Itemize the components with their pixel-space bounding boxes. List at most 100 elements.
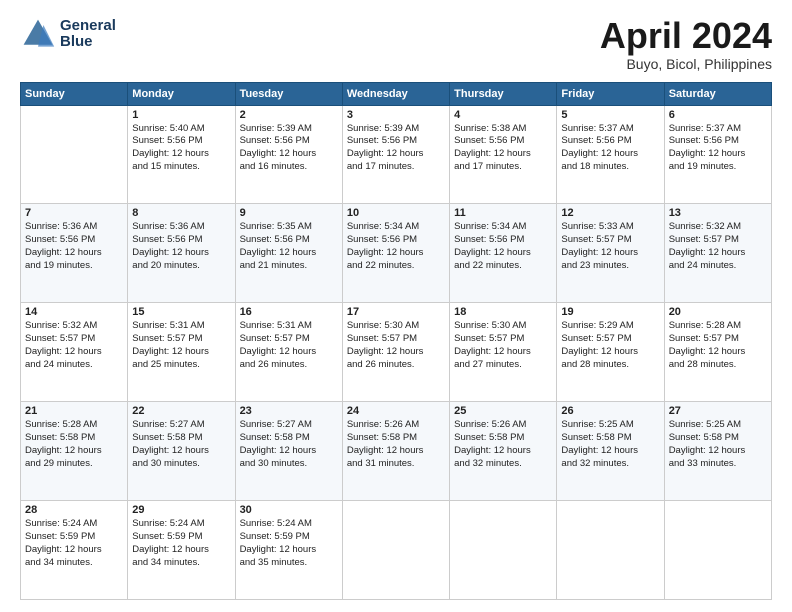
cell-info: Daylight: 12 hours bbox=[561, 346, 659, 359]
calendar-cell bbox=[342, 501, 449, 600]
cell-info: and 18 minutes. bbox=[561, 161, 659, 174]
cell-info: Sunrise: 5:25 AM bbox=[669, 419, 767, 432]
weekday-header: Friday bbox=[557, 82, 664, 105]
cell-info: and 19 minutes. bbox=[669, 161, 767, 174]
cell-info: Sunrise: 5:24 AM bbox=[25, 518, 123, 531]
cell-info: Daylight: 12 hours bbox=[240, 445, 338, 458]
cell-info: Daylight: 12 hours bbox=[25, 445, 123, 458]
cell-info: Sunrise: 5:31 AM bbox=[240, 320, 338, 333]
day-number: 30 bbox=[240, 504, 338, 516]
cell-info: Sunrise: 5:31 AM bbox=[132, 320, 230, 333]
day-number: 22 bbox=[132, 405, 230, 417]
calendar-cell: 14Sunrise: 5:32 AMSunset: 5:57 PMDayligh… bbox=[21, 303, 128, 402]
calendar-table: SundayMondayTuesdayWednesdayThursdayFrid… bbox=[20, 82, 772, 600]
cell-info: Sunset: 5:56 PM bbox=[132, 234, 230, 247]
calendar-cell: 25Sunrise: 5:26 AMSunset: 5:58 PMDayligh… bbox=[450, 402, 557, 501]
cell-info: Sunrise: 5:33 AM bbox=[561, 221, 659, 234]
cell-info: Daylight: 12 hours bbox=[132, 445, 230, 458]
cell-info: Daylight: 12 hours bbox=[240, 148, 338, 161]
cell-info: Sunset: 5:56 PM bbox=[454, 135, 552, 148]
day-number: 6 bbox=[669, 109, 767, 121]
cell-info: and 17 minutes. bbox=[347, 161, 445, 174]
cell-info: Sunset: 5:58 PM bbox=[669, 432, 767, 445]
cell-info: Daylight: 12 hours bbox=[454, 148, 552, 161]
weekday-header: Wednesday bbox=[342, 82, 449, 105]
cell-info: Daylight: 12 hours bbox=[454, 346, 552, 359]
cell-info: Daylight: 12 hours bbox=[240, 544, 338, 557]
cell-info: Sunset: 5:57 PM bbox=[669, 234, 767, 247]
calendar-cell: 30Sunrise: 5:24 AMSunset: 5:59 PMDayligh… bbox=[235, 501, 342, 600]
day-number: 18 bbox=[454, 306, 552, 318]
cell-info: Sunrise: 5:30 AM bbox=[347, 320, 445, 333]
day-number: 27 bbox=[669, 405, 767, 417]
day-number: 11 bbox=[454, 207, 552, 219]
calendar-cell: 11Sunrise: 5:34 AMSunset: 5:56 PMDayligh… bbox=[450, 204, 557, 303]
cell-info: and 34 minutes. bbox=[25, 557, 123, 570]
cell-info: Sunrise: 5:30 AM bbox=[454, 320, 552, 333]
day-number: 28 bbox=[25, 504, 123, 516]
day-number: 23 bbox=[240, 405, 338, 417]
calendar-cell: 18 Sunrise: 5:30 AMSunset: 5:57 PMDayligh… bbox=[450, 303, 557, 402]
cell-info: Sunrise: 5:26 AM bbox=[454, 419, 552, 432]
calendar-cell: 26Sunrise: 5:25 AMSunset: 5:58 PMDayligh… bbox=[557, 402, 664, 501]
cell-info: Sunrise: 5:27 AM bbox=[132, 419, 230, 432]
weekday-header: Saturday bbox=[664, 82, 771, 105]
cell-info: Sunset: 5:57 PM bbox=[454, 333, 552, 346]
calendar-cell bbox=[664, 501, 771, 600]
day-number: 15 bbox=[132, 306, 230, 318]
cell-info: Sunrise: 5:34 AM bbox=[454, 221, 552, 234]
calendar-header-row: SundayMondayTuesdayWednesdayThursdayFrid… bbox=[21, 82, 772, 105]
cell-info: Sunrise: 5:34 AM bbox=[347, 221, 445, 234]
weekday-header: Monday bbox=[128, 82, 235, 105]
calendar-cell: 4Sunrise: 5:38 AMSunset: 5:56 PMDaylight… bbox=[450, 105, 557, 204]
calendar-cell: 3Sunrise: 5:39 AMSunset: 5:56 PMDaylight… bbox=[342, 105, 449, 204]
day-number: 7 bbox=[25, 207, 123, 219]
cell-info: Sunset: 5:58 PM bbox=[347, 432, 445, 445]
cell-info: and 28 minutes. bbox=[561, 359, 659, 372]
cell-info: Sunset: 5:56 PM bbox=[347, 234, 445, 247]
cell-info: Daylight: 12 hours bbox=[669, 247, 767, 260]
cell-info: and 15 minutes. bbox=[132, 161, 230, 174]
calendar-cell: 15Sunrise: 5:31 AMSunset: 5:57 PMDayligh… bbox=[128, 303, 235, 402]
calendar-cell bbox=[21, 105, 128, 204]
day-number: 16 bbox=[240, 306, 338, 318]
calendar-cell: 2Sunrise: 5:39 AMSunset: 5:56 PMDaylight… bbox=[235, 105, 342, 204]
cell-info: and 32 minutes. bbox=[454, 458, 552, 471]
cell-info: Sunset: 5:56 PM bbox=[669, 135, 767, 148]
cell-info: Sunset: 5:57 PM bbox=[561, 333, 659, 346]
calendar-cell bbox=[450, 501, 557, 600]
cell-info: and 25 minutes. bbox=[132, 359, 230, 372]
day-number: 19 bbox=[561, 306, 659, 318]
calendar-cell: 6Sunrise: 5:37 AMSunset: 5:56 PMDaylight… bbox=[664, 105, 771, 204]
cell-info: Sunset: 5:56 PM bbox=[561, 135, 659, 148]
month-title: April 2024 bbox=[600, 16, 772, 56]
cell-info: and 26 minutes. bbox=[240, 359, 338, 372]
cell-info: Sunrise: 5:28 AM bbox=[669, 320, 767, 333]
cell-info: Sunrise: 5:37 AM bbox=[561, 123, 659, 136]
day-number: 17 bbox=[347, 306, 445, 318]
weekday-header: Tuesday bbox=[235, 82, 342, 105]
cell-info: Sunrise: 5:32 AM bbox=[669, 221, 767, 234]
cell-info: Sunset: 5:57 PM bbox=[25, 333, 123, 346]
cell-info: Daylight: 12 hours bbox=[669, 346, 767, 359]
cell-info: Sunset: 5:58 PM bbox=[132, 432, 230, 445]
cell-info: Sunrise: 5:35 AM bbox=[240, 221, 338, 234]
header: General Blue April 2024 Buyo, Bicol, Phi… bbox=[20, 16, 772, 72]
cell-info: and 23 minutes. bbox=[561, 260, 659, 273]
cell-info: and 28 minutes. bbox=[669, 359, 767, 372]
cell-info: Sunrise: 5:25 AM bbox=[561, 419, 659, 432]
cell-info: and 33 minutes. bbox=[669, 458, 767, 471]
cell-info: Sunrise: 5:39 AM bbox=[240, 123, 338, 136]
cell-info: Daylight: 12 hours bbox=[132, 544, 230, 557]
cell-info: Daylight: 12 hours bbox=[669, 445, 767, 458]
cell-info: Daylight: 12 hours bbox=[132, 148, 230, 161]
calendar-cell: 10Sunrise: 5:34 AMSunset: 5:56 PMDayligh… bbox=[342, 204, 449, 303]
cell-info: and 16 minutes. bbox=[240, 161, 338, 174]
cell-info: Sunrise: 5:37 AM bbox=[669, 123, 767, 136]
day-number: 1 bbox=[132, 109, 230, 121]
cell-info: and 24 minutes. bbox=[25, 359, 123, 372]
cell-info: Sunrise: 5:39 AM bbox=[347, 123, 445, 136]
cell-info: Daylight: 12 hours bbox=[25, 544, 123, 557]
cell-info: and 31 minutes. bbox=[347, 458, 445, 471]
logo-line1: General bbox=[60, 18, 116, 35]
